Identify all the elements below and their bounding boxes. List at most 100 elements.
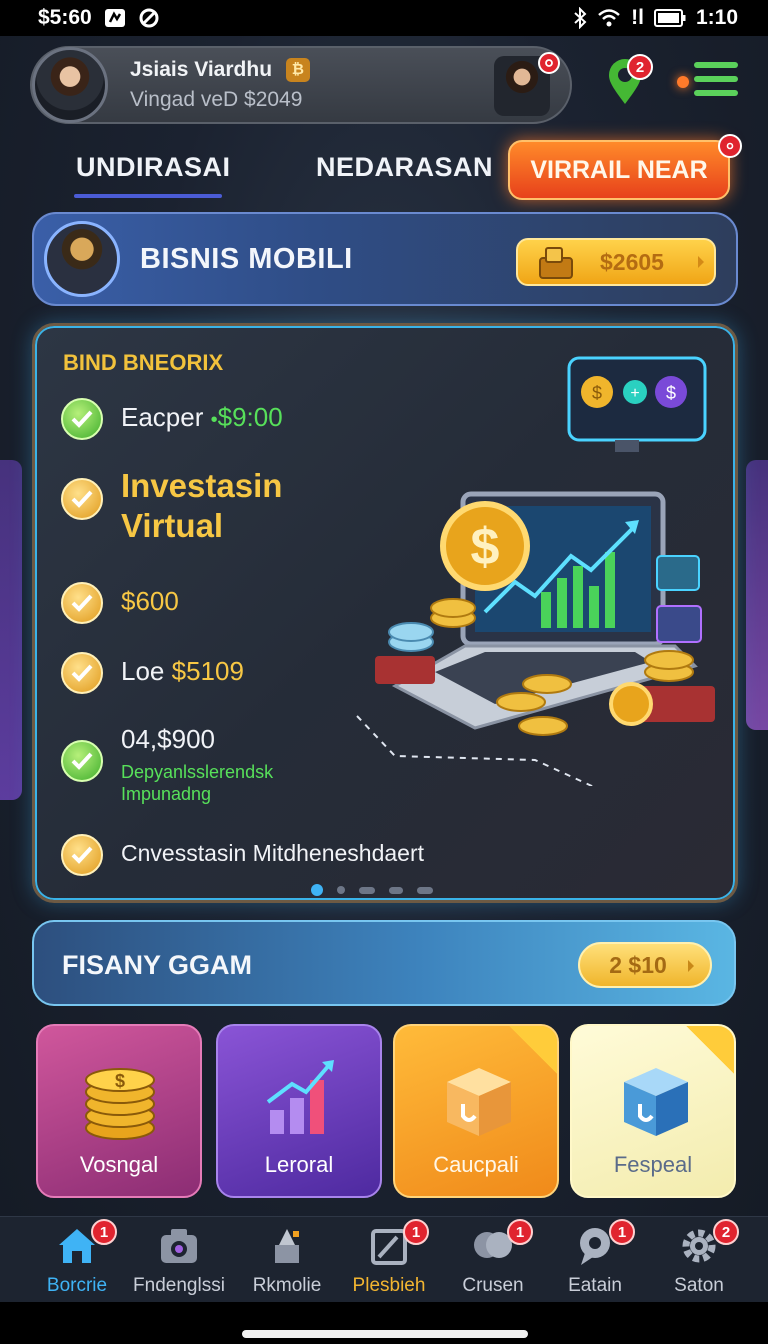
feature-label: BIND BNEORIX	[63, 350, 224, 375]
nav-label: Fndenglssi	[133, 1275, 225, 1296]
business-amount-button[interactable]: $2605	[516, 238, 716, 286]
message-icon: 1	[573, 1219, 635, 1267]
nav-item-saton[interactable]: 2 Saton	[644, 1219, 754, 1297]
nav-label: Plesbieh	[352, 1275, 426, 1296]
nav-item-rkmolie[interactable]: Rkmolie	[232, 1225, 342, 1297]
nav-badge: 1	[609, 1219, 635, 1245]
nav-badge: 1	[403, 1219, 429, 1245]
chevron-right-icon	[696, 254, 706, 275]
growth-chart-icon	[266, 1060, 334, 1134]
tab-virrail-near[interactable]: VIRRAIL NEAR	[508, 140, 730, 200]
nav-badge: 1	[507, 1219, 533, 1245]
tab-undirasai[interactable]: UNDIRASAI	[76, 152, 231, 183]
svg-text:$: $	[471, 518, 500, 576]
status-time: $5:60	[38, 6, 92, 29]
feature-item-subtext: Depyanlsslerendsk Impunadng	[121, 762, 274, 804]
feature-item-text: 04,$900	[121, 724, 215, 754]
check-icon	[61, 652, 103, 694]
business-banner[interactable]: BISNIS MOBILI $2605	[32, 212, 738, 306]
status-clock: 1:10	[695, 6, 738, 29]
feature-item-text: Investasin Virtual	[121, 467, 283, 544]
bluetooth-icon	[573, 7, 587, 29]
left-side-decor	[0, 460, 22, 800]
nav-item-plesbieh[interactable]: 1 Plesbieh	[334, 1219, 444, 1297]
tab-virrail-near-label: VIRRAIL NEAR	[530, 155, 708, 184]
rocket-icon	[265, 1225, 309, 1267]
tile-vosngal[interactable]: $ Vosngal	[36, 1024, 202, 1198]
game-banner[interactable]: FISANY GGAM 2 $10	[32, 920, 736, 1006]
tab-underline	[74, 194, 222, 198]
box-icon	[447, 1068, 511, 1136]
user-avatar[interactable]	[32, 47, 108, 123]
feature-card[interactable]: BIND BNEORIX Eacper •$9:00 Investasin Vi…	[32, 323, 738, 903]
feature-item-text: $600	[121, 586, 179, 616]
nav-label: Saton	[674, 1275, 724, 1296]
app-screen: $5:60 !l 1:10 Jsiais Viardhu ₿ Vingad ve…	[0, 0, 768, 1344]
nav-label: Borcrie	[46, 1275, 108, 1296]
nav-label: Eatain	[568, 1275, 622, 1296]
profile-info: Jsiais Viardhu ₿ Vingad veD $2049	[130, 58, 310, 112]
feature-item: Loe $5109	[61, 652, 244, 694]
tile-fespeal[interactable]: Fespeal	[570, 1024, 736, 1198]
location-pin-icon[interactable]: 2	[605, 54, 653, 106]
bottom-navigation: 1 Borcrie Fndenglssi Rkmolie 1 Plesbieh	[0, 1216, 768, 1302]
live-indicator-icon	[677, 76, 689, 88]
feature-item-value: $5109	[171, 656, 244, 686]
home-indicator[interactable]	[242, 1330, 528, 1338]
pin-badge: 2	[627, 54, 653, 80]
tile-label: Vosngal	[79, 1152, 159, 1177]
gear-icon: 2	[677, 1219, 739, 1267]
feature-item: 04,$900 Depyanlsslerendsk Impunadng	[61, 724, 321, 805]
nav-item-home[interactable]: 1 Borcrie	[22, 1219, 132, 1297]
check-icon	[61, 478, 103, 520]
feature-item-text: Loe	[121, 656, 165, 686]
hamburger-menu-icon[interactable]	[694, 62, 738, 102]
check-icon	[61, 834, 103, 876]
sync-icon	[138, 7, 160, 29]
tile-leroral[interactable]: Leroral	[216, 1024, 382, 1198]
right-side-decor	[746, 460, 768, 730]
wifi-icon	[597, 8, 621, 28]
business-title: BISNIS MOBILI	[140, 242, 353, 275]
user-balance: Vingad veD $2049	[130, 88, 303, 112]
carousel-indicator[interactable]	[311, 884, 433, 896]
tab-nedarasan[interactable]: NEDARASAN	[316, 152, 493, 183]
check-icon	[61, 398, 103, 440]
tile-caucpali[interactable]: Caucpali	[393, 1024, 559, 1198]
tile-label: Fespeal	[613, 1152, 693, 1177]
investment-illustration: $ + $ $	[356, 356, 715, 786]
tile-label: Leroral	[264, 1152, 334, 1177]
nav-badge: 1	[91, 1219, 117, 1245]
svg-text:$: $	[115, 1071, 125, 1091]
business-avatar	[44, 221, 120, 297]
nav-item-fndenglssi[interactable]: Fndenglssi	[124, 1225, 234, 1297]
game-amount: 2 $10	[609, 951, 667, 978]
feature-item: Investasin Virtual	[61, 466, 321, 546]
avatar-notification-badge	[538, 52, 560, 74]
svg-text:$: $	[592, 383, 602, 403]
tile-label: Caucpali	[433, 1152, 519, 1177]
feature-item-text: Eacper	[121, 402, 204, 432]
notification-icon	[104, 8, 126, 28]
camera-icon	[157, 1225, 201, 1267]
tab-badge	[718, 134, 742, 158]
feature-item-text: Cnvesstasin Mitdheneshdaert	[121, 840, 424, 866]
game-amount-button[interactable]: 2 $10	[578, 942, 712, 988]
coin-stack-icon: $	[85, 1068, 155, 1140]
edit-icon: 1	[367, 1219, 429, 1267]
nav-item-crusen[interactable]: 1 Crusen	[438, 1219, 548, 1297]
gold-badge-icon: ₿	[285, 58, 310, 83]
nav-item-eatain[interactable]: 1 Eatain	[540, 1219, 650, 1297]
svg-text:$: $	[666, 383, 676, 403]
nav-badge: 2	[713, 1219, 739, 1245]
business-amount: $2605	[600, 248, 664, 275]
check-icon	[61, 740, 103, 782]
feature-item-value: $9:00	[217, 402, 283, 432]
profile-card[interactable]: Jsiais Viardhu ₿ Vingad veD $2049	[30, 46, 572, 124]
nav-label: Rkmolie	[252, 1275, 322, 1296]
status-bar: $5:60 !l 1:10	[0, 0, 768, 36]
game-title: FISANY GGAM	[62, 950, 253, 980]
signal-text: !l	[631, 6, 644, 29]
check-icon	[61, 582, 103, 624]
feature-item: $600	[61, 582, 179, 624]
